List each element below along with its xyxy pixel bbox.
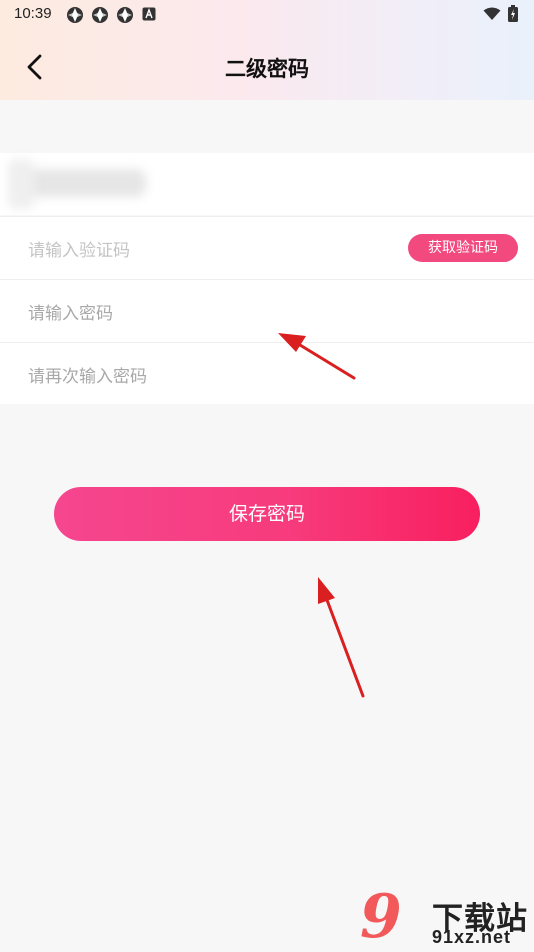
site-watermark: 9 下载站 91xz.net [360,887,534,950]
app-notification-icon [92,7,108,23]
verification-code-input[interactable]: 请输入验证码 [28,236,130,261]
password-row[interactable]: 请输入密码 [0,279,534,342]
annotation-arrow-save [318,577,365,698]
password-input[interactable]: 请输入密码 [28,299,113,324]
keyboard-a-icon [142,7,156,21]
blurred-phone-number [8,159,146,209]
wifi-icon [483,7,501,20]
battery-charging-icon [508,5,518,22]
account-phone-row [0,153,534,215]
status-time: 10:39 [14,5,52,22]
header: 10:39 二级密码 [0,0,534,100]
app-notification-icon [117,7,133,23]
get-verification-code-button[interactable]: 获取验证码 [408,234,518,262]
verification-code-row[interactable]: 请输入验证码 获取验证码 [0,216,534,279]
save-password-button[interactable]: 保存密码 [54,487,480,541]
page-title: 二级密码 [225,57,309,81]
app-notification-icon [67,7,83,23]
status-bar: 10:39 [0,0,534,28]
password-form: 请输入验证码 获取验证码 请输入密码 请再次输入密码 [0,216,534,404]
confirm-password-row[interactable]: 请再次输入密码 [0,342,534,405]
annotation-arrows [278,333,365,698]
watermark-logo: 9 [360,882,402,952]
watermark-domain: 91xz.net [432,927,512,947]
confirm-password-input[interactable]: 请再次输入密码 [28,362,147,387]
